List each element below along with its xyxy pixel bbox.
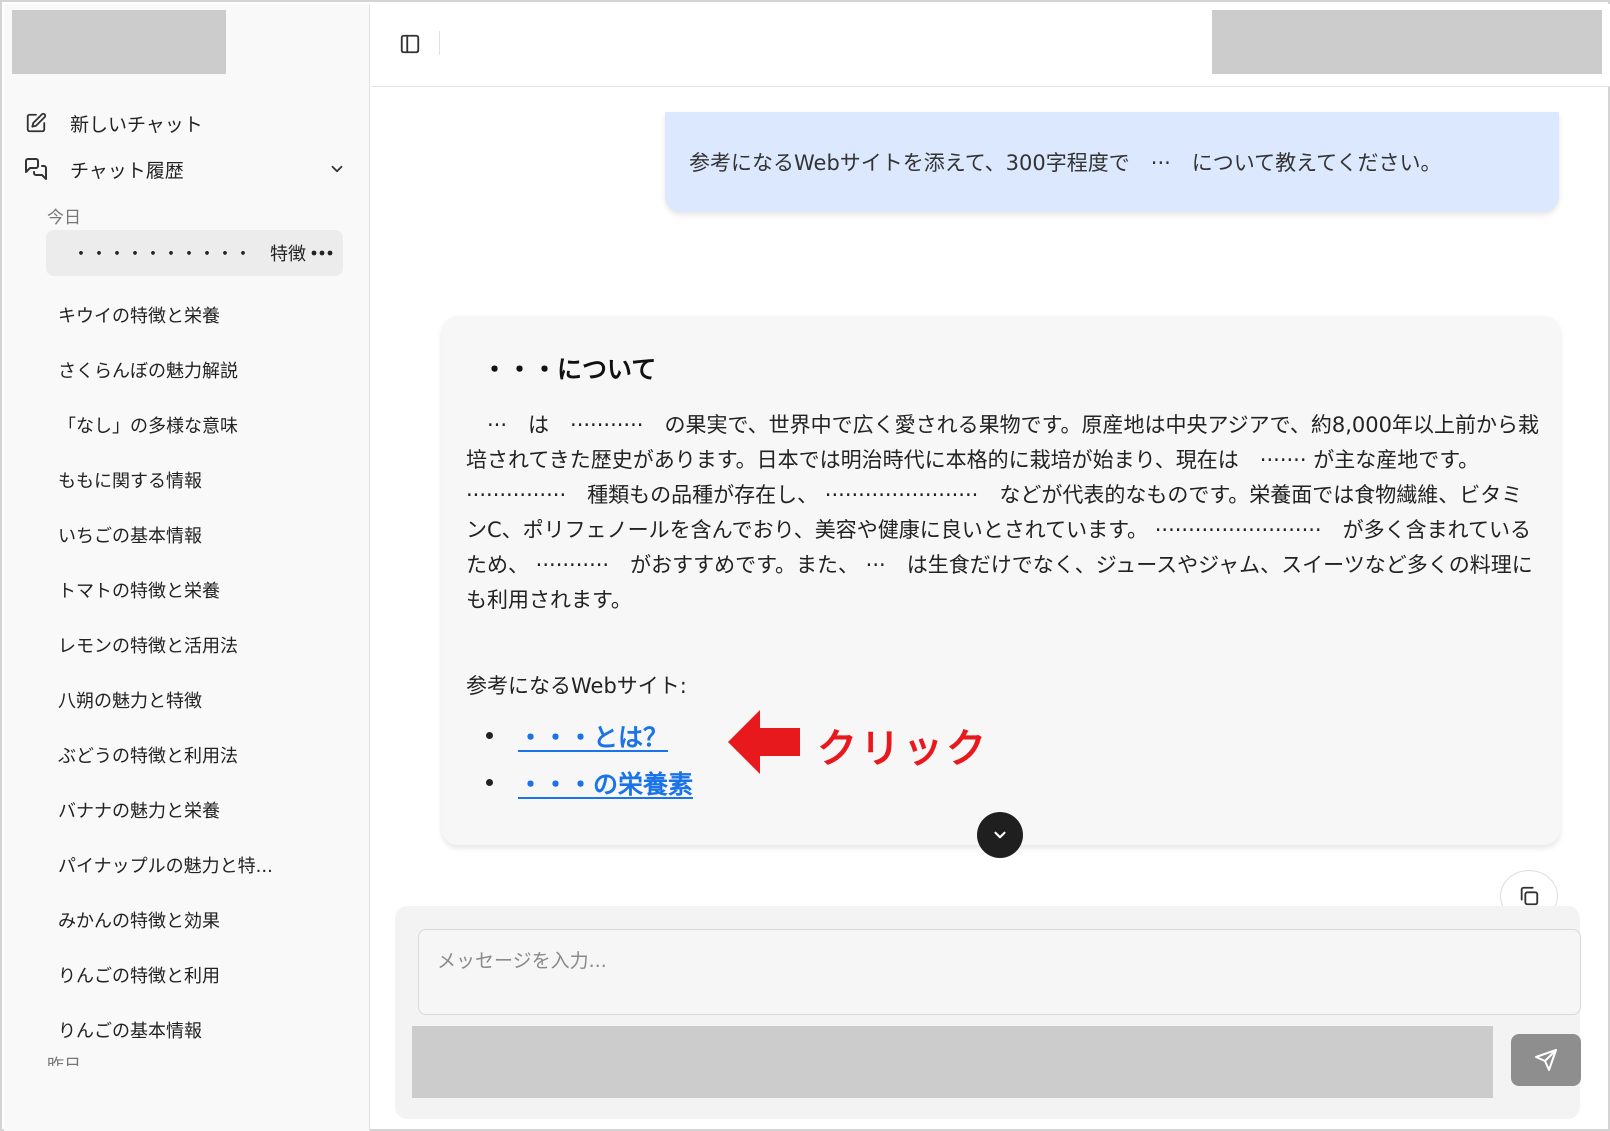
history-item[interactable]: さくらんぼの魅力解説	[58, 342, 348, 397]
new-chat-label: 新しいチャット	[70, 113, 203, 136]
history-item[interactable]: ぶどうの特徴と利用法	[58, 727, 348, 782]
new-chat-button[interactable]: 新しいチャット	[24, 107, 203, 139]
reference-list-item: ・・・の栄養素	[486, 759, 693, 806]
bullet	[486, 779, 493, 786]
annotation-label: クリック	[817, 726, 989, 772]
chevron-down-icon	[994, 831, 1006, 839]
more-options-icon[interactable]	[307, 238, 337, 268]
history-item[interactable]: トマトの特徴と栄養	[58, 562, 348, 617]
send-button[interactable]	[1511, 1034, 1581, 1086]
composer-placeholder	[412, 1026, 1493, 1098]
message-input[interactable]	[418, 929, 1581, 1015]
chat-history-label: チャット履歴	[70, 159, 184, 182]
assistant-message-card: ・・・について ··· は ··········· の果実で、世界中で広く愛され…	[442, 316, 1560, 845]
history-item-active[interactable]: ・・・・・・・・・・ 特徴	[46, 230, 343, 276]
history-item[interactable]: レモンの特徴と活用法	[58, 617, 348, 672]
header-divider	[439, 31, 440, 55]
assistant-body-text: ··· は ··········· の果実で、世界中で広く愛される果物です。原産…	[466, 413, 1539, 612]
app-window: 新しいチャット チャット履歴 今日 ・・・・・・・・・・ 特徴 キウイの特徴と栄…	[0, 0, 1610, 1131]
reference-label: 参考になるWebサイト:	[466, 674, 687, 698]
history-item-label: ・・・・・・・・・・ 特徴	[72, 244, 306, 265]
history-item[interactable]: ももに関する情報	[58, 452, 348, 507]
bullet	[486, 732, 493, 739]
top-header	[371, 4, 1610, 87]
history-item[interactable]: りんごの特徴と利用	[58, 947, 348, 1002]
chevron-down-icon[interactable]	[325, 157, 349, 181]
user-message-bubble: 参考になるWebサイトを添えて、300字程度で ··· について教えてください。	[665, 112, 1559, 212]
scroll-down-button[interactable]	[977, 812, 1023, 858]
history-item[interactable]: 「なし」の多様な意味	[58, 397, 348, 452]
user-message-text: 参考になるWebサイトを添えて、300字程度で ··· について教えてください。	[689, 151, 1442, 175]
history-item[interactable]: 八朔の魅力と特徴	[58, 672, 348, 727]
history-list: キウイの特徴と栄養 さくらんぼの魅力解説 「なし」の多様な意味 ももに関する情報…	[58, 287, 348, 1057]
sidebar: 新しいチャット チャット履歴 今日 ・・・・・・・・・・ 特徴 キウイの特徴と栄…	[4, 4, 370, 1131]
history-item[interactable]: キウイの特徴と栄養	[58, 287, 348, 342]
history-item[interactable]: りんごの基本情報	[58, 1002, 348, 1057]
edit-icon	[24, 111, 48, 135]
arrow-left-icon	[728, 710, 800, 774]
reference-list-item: ・・・とは？	[486, 712, 693, 759]
send-icon	[1535, 1049, 1557, 1071]
assistant-heading: ・・・について	[482, 355, 657, 384]
messages-icon	[24, 157, 48, 181]
header-placeholder	[1212, 10, 1602, 74]
reference-links: ・・・とは？ ・・・の栄養素	[486, 712, 693, 806]
history-item[interactable]: パイナップルの魅力と特...	[58, 837, 348, 892]
sidebar-toggle-icon[interactable]	[395, 29, 425, 59]
reference-link[interactable]: ・・・とは？	[518, 718, 668, 754]
group-label-today: 今日	[47, 208, 81, 228]
group-label-yesterday: 昨日	[47, 1056, 81, 1066]
history-item[interactable]: いちごの基本情報	[58, 507, 348, 562]
logo-placeholder	[12, 10, 226, 74]
history-item[interactable]: バナナの魅力と栄養	[58, 782, 348, 837]
composer	[395, 906, 1581, 1119]
reference-link[interactable]: ・・・の栄養素	[518, 765, 693, 801]
history-item[interactable]: みかんの特徴と効果	[58, 892, 348, 947]
copy-icon	[1520, 886, 1539, 906]
chat-history-toggle[interactable]: チャット履歴	[24, 153, 349, 185]
